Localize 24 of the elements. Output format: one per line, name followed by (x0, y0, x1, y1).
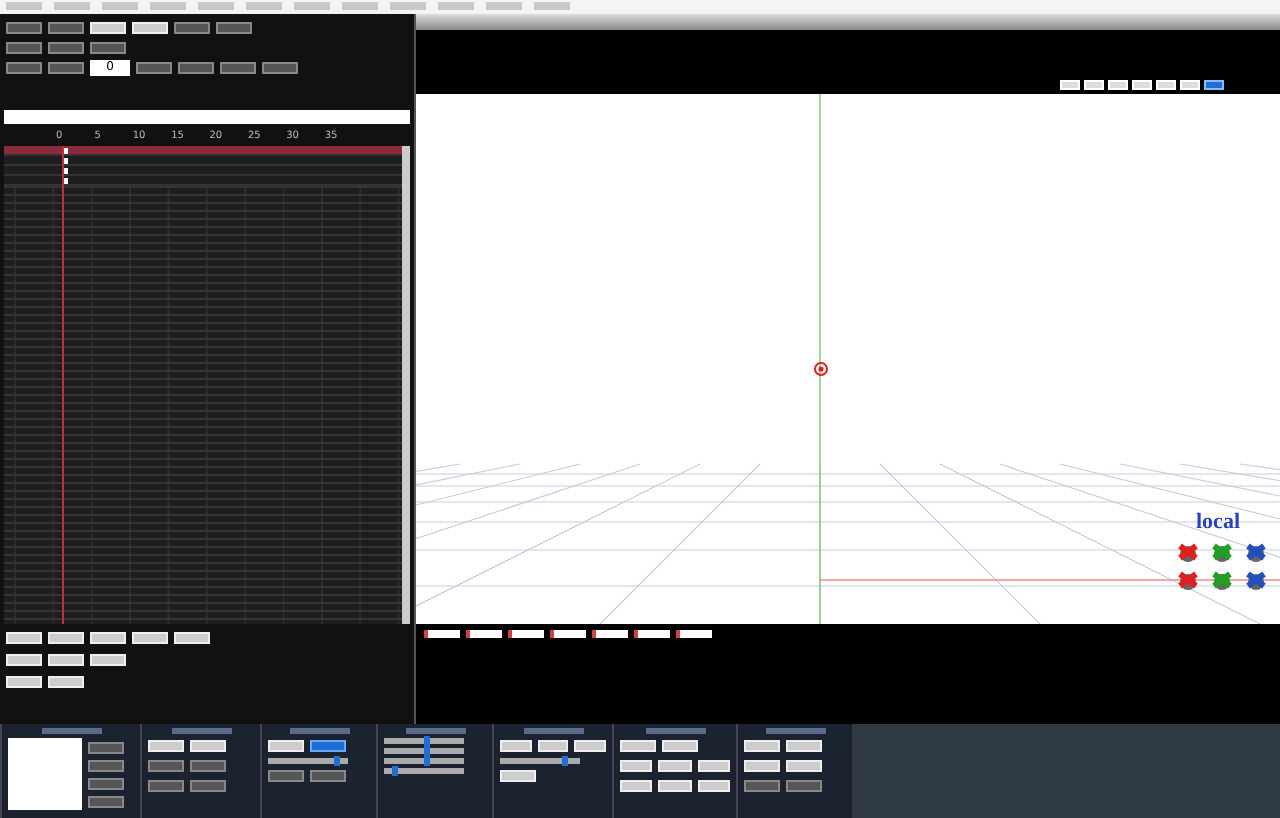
rotation-gizmo-icon[interactable] (1176, 570, 1200, 590)
scrollbar[interactable] (402, 146, 410, 624)
view-button[interactable] (1204, 80, 1224, 90)
coordinate-field[interactable] (592, 630, 628, 638)
rotation-gizmo-icon[interactable] (1210, 570, 1234, 590)
slider-thumb[interactable] (424, 736, 431, 746)
local-axis-label: local (1196, 510, 1240, 534)
coordinate-field[interactable] (424, 630, 460, 638)
timeline-search-field[interactable] (4, 110, 410, 124)
coordinate-field[interactable] (466, 630, 502, 638)
coordinate-field[interactable] (634, 630, 670, 638)
rotation-gizmo-icon[interactable] (1210, 542, 1234, 562)
slider-thumb[interactable] (391, 766, 398, 776)
coordinate-field[interactable] (550, 630, 586, 638)
rotation-gizmo-icon[interactable] (1176, 542, 1200, 562)
coordinate-field[interactable] (508, 630, 544, 638)
slider-thumb[interactable] (334, 756, 341, 766)
rotation-gizmo-icon[interactable] (1244, 542, 1268, 562)
rotation-gizmo-icon[interactable] (1244, 570, 1268, 590)
target-icon (814, 362, 828, 376)
slider-thumb[interactable] (562, 756, 569, 766)
coordinate-field[interactable] (676, 630, 712, 638)
slider-thumb[interactable] (424, 746, 431, 756)
slider-thumb[interactable] (424, 756, 431, 766)
